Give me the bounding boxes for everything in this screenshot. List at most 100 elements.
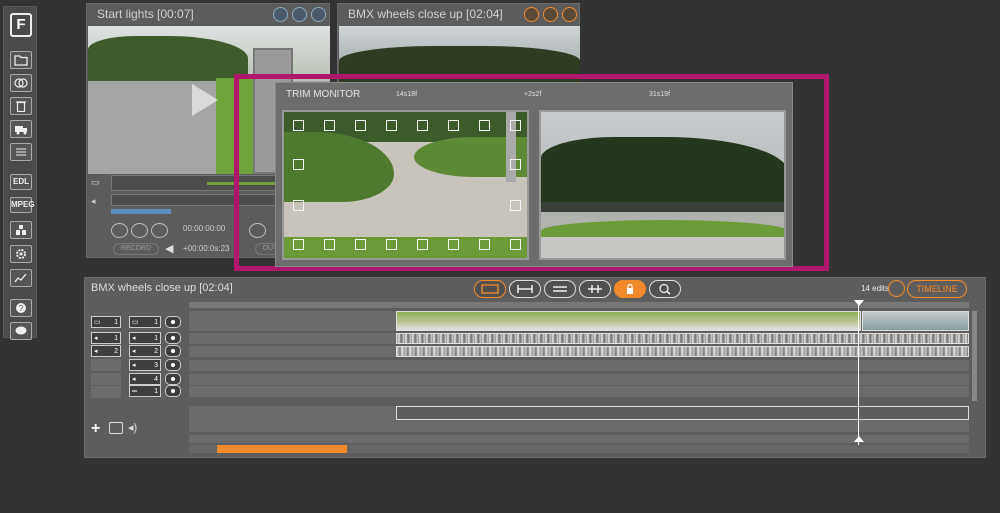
truck-icon[interactable] <box>10 120 32 138</box>
trash-icon[interactable] <box>10 97 32 115</box>
blocks-icon[interactable] <box>10 221 32 239</box>
eye-icon[interactable] <box>165 359 181 371</box>
safe-area-marker <box>479 120 490 131</box>
safe-area-marker <box>417 239 428 250</box>
monitor-video-1[interactable]: ▭ 1 <box>91 316 121 328</box>
safe-area-marker <box>448 239 459 250</box>
safe-area-marker <box>417 120 428 131</box>
media-icon[interactable] <box>10 74 32 92</box>
track-header-video-1[interactable]: ▭ 1 <box>129 316 161 328</box>
timeline-panel: BMX wheels close up [02:04] 14 edits TIM… <box>84 277 986 458</box>
graph-icon[interactable] <box>10 269 32 287</box>
film-icon[interactable] <box>474 280 506 298</box>
empty-clip[interactable] <box>396 406 969 420</box>
slip-icon[interactable] <box>579 280 611 298</box>
edl-button[interactable]: EDL <box>10 174 32 190</box>
gear-icon[interactable] <box>10 245 32 263</box>
audio-clip-1[interactable] <box>396 333 969 344</box>
mpeg-button[interactable]: MPEG <box>10 197 35 213</box>
video-track-icon: ▭ <box>91 177 100 187</box>
vertical-scrollbar[interactable] <box>972 311 977 401</box>
fullscreen-icon[interactable] <box>311 7 326 22</box>
eye-icon[interactable] <box>165 385 181 397</box>
safe-area-marker <box>510 239 521 250</box>
monitor-audio-1[interactable]: ◂ 1 <box>91 332 121 344</box>
trim-left-time: 14s18f <box>396 91 418 98</box>
trim-left-view[interactable] <box>282 110 529 260</box>
app-logo[interactable]: F <box>10 13 32 37</box>
folder-icon[interactable] <box>10 51 32 69</box>
video-clip[interactable] <box>862 311 969 331</box>
fullscreen-icon[interactable] <box>562 7 577 22</box>
play-button-icon[interactable] <box>151 223 168 238</box>
playhead[interactable] <box>858 302 859 445</box>
timeline-ruler[interactable] <box>189 302 969 308</box>
text-lane[interactable] <box>189 386 969 397</box>
video-clip[interactable] <box>396 311 861 331</box>
safe-area-marker <box>324 239 335 250</box>
save-icon[interactable] <box>524 7 539 22</box>
eye-icon[interactable] <box>165 332 181 344</box>
audio-clip-2[interactable] <box>396 346 969 357</box>
horizontal-scrollbar[interactable] <box>189 445 969 453</box>
safe-area-marker <box>324 120 335 131</box>
panel-title: Start lights [00:07] <box>97 7 194 21</box>
progress-bar <box>111 209 171 214</box>
expand-icon[interactable] <box>543 7 558 22</box>
audio-lane-4[interactable] <box>189 374 969 385</box>
add-video-track-icon[interactable] <box>109 422 123 434</box>
record-monitor-panel: BMX wheels close up [02:04] <box>337 3 580 83</box>
eye-icon[interactable] <box>165 373 181 385</box>
track-header-audio-2[interactable]: ◂ 2 <box>129 345 161 357</box>
lock-icon[interactable] <box>614 280 646 298</box>
empty-lane[interactable] <box>189 435 969 443</box>
list-icon[interactable] <box>10 143 32 161</box>
audio-icon[interactable] <box>273 7 288 22</box>
trim-offset: +2s2f <box>524 91 542 98</box>
track-header-audio-4[interactable]: ◂ 4 <box>129 373 161 385</box>
speaker-icon: ◂ <box>91 196 96 206</box>
monitor-audio-2[interactable]: ◂ 2 <box>91 345 121 357</box>
empty-slot <box>91 373 121 385</box>
trim-right-time: 31s19f <box>649 91 671 98</box>
chat-icon[interactable] <box>10 322 32 340</box>
trim-monitor: TRIM MONITOR 14s18f +2s2f 31s19f <box>275 82 793 267</box>
arrow-left-icon: ◀ <box>165 243 174 255</box>
playhead-bottom-marker[interactable] <box>854 436 864 442</box>
add-track-icon[interactable]: + <box>91 420 100 438</box>
safe-area-marker <box>510 159 521 170</box>
trim-right-view[interactable] <box>539 110 786 260</box>
help-icon[interactable]: ? <box>10 299 32 317</box>
zoom-icon[interactable] <box>649 280 681 298</box>
timeline-title: BMX wheels close up [02:04] <box>91 282 233 294</box>
ripple-icon[interactable] <box>509 280 541 298</box>
roll-icon[interactable] <box>544 280 576 298</box>
empty-slot <box>91 386 121 398</box>
eye-icon[interactable] <box>165 316 181 328</box>
edits-count: 14 edits <box>861 284 890 293</box>
safe-area-marker <box>293 120 304 131</box>
panel-title: BMX wheels close up [02:04] <box>348 7 503 21</box>
track-header-audio-1[interactable]: ◂ 1 <box>129 332 161 344</box>
eye-icon[interactable] <box>165 345 181 357</box>
safe-area-marker <box>386 239 397 250</box>
record-button[interactable]: RECORD <box>113 243 159 255</box>
safe-area-marker <box>355 239 366 250</box>
expand-icon[interactable] <box>292 7 307 22</box>
track-header-text-1[interactable]: ═ 1 <box>129 385 161 397</box>
add-audio-track-icon[interactable]: ◂) <box>128 421 137 434</box>
scroll-thumb[interactable] <box>217 445 347 453</box>
empty-slot <box>91 359 121 371</box>
undo-icon[interactable] <box>888 280 905 297</box>
timecode-out: +00:00:0s:23 <box>183 244 230 253</box>
step-back-icon[interactable] <box>131 223 148 238</box>
svg-text:?: ? <box>19 304 24 313</box>
play-icon[interactable] <box>192 84 218 116</box>
track-header-audio-3[interactable]: ◂ 3 <box>129 359 161 371</box>
skip-start-icon[interactable] <box>111 223 128 238</box>
safe-area-marker <box>293 239 304 250</box>
timeline-button[interactable]: TIMELINE <box>907 280 967 298</box>
playhead-top-marker[interactable] <box>854 300 864 306</box>
safe-area-marker <box>293 200 304 211</box>
audio-lane-3[interactable] <box>189 360 969 371</box>
